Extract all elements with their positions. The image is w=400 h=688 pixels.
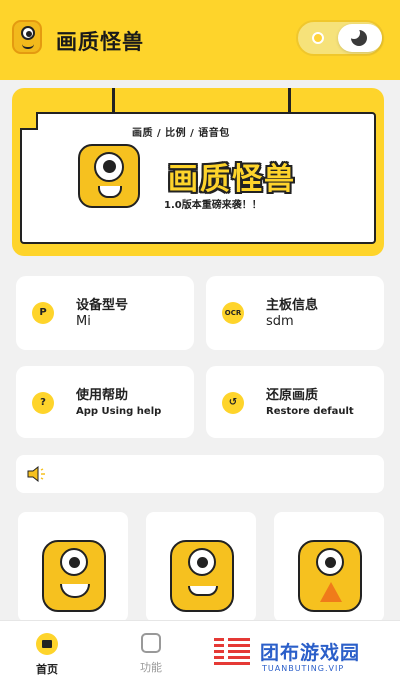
- help-card[interactable]: ? 使用帮助 App Using help: [16, 366, 194, 438]
- restore-card[interactable]: ↺ 还原画质 Restore default: [206, 366, 384, 438]
- mode-card[interactable]: [146, 512, 256, 622]
- card-subtitle: Mi: [76, 314, 91, 329]
- watermark-logo-icon: [214, 638, 250, 665]
- home-icon: [36, 633, 58, 655]
- card-subtitle: sdm: [266, 314, 294, 329]
- mode-card[interactable]: [18, 512, 128, 622]
- moon-icon: [348, 27, 367, 46]
- theme-toggle[interactable]: [296, 20, 384, 56]
- banner-paper: 画质 / 比例 / 语音包 画质怪兽 1.0版本重磅来袭！！: [20, 112, 376, 244]
- sun-icon: [312, 32, 324, 44]
- mode-card[interactable]: [274, 512, 384, 622]
- nav-function[interactable]: 功能: [116, 629, 186, 681]
- promo-banner[interactable]: 画质 / 比例 / 语音包 画质怪兽 1.0版本重磅来袭！！: [12, 88, 384, 256]
- monster-mascot-icon: [78, 144, 140, 208]
- nav-label: 功能: [140, 661, 162, 674]
- app-title: 画质怪兽: [56, 30, 144, 54]
- monster-logo-icon: [12, 20, 42, 54]
- monster-happy-icon: [42, 540, 106, 612]
- monster-warning-icon: [298, 540, 362, 612]
- help-icon: ?: [32, 392, 54, 414]
- watermark-url: TUANBUTING.VIP: [262, 664, 345, 673]
- card-title: 还原画质: [266, 388, 319, 403]
- card-title: 主板信息: [266, 298, 319, 313]
- version-text: 1.0版本重磅来袭！！: [164, 200, 262, 211]
- paper-fold: [20, 112, 38, 130]
- speaker-icon: [27, 466, 45, 482]
- card-title: 使用帮助: [76, 388, 129, 403]
- board-info-card[interactable]: OCR 主板信息 sdm: [206, 276, 384, 350]
- watermark-text: 团布游戏园: [260, 642, 361, 664]
- nav-home[interactable]: 首页: [12, 629, 82, 681]
- nav-label: 首页: [36, 663, 58, 676]
- watermark: 团布游戏园 TUANBUTING.VIP: [214, 634, 394, 682]
- card-subtitle: Restore default: [266, 406, 354, 417]
- card-subtitle: App Using help: [76, 406, 162, 417]
- notice-bar[interactable]: [16, 455, 384, 493]
- banner-tags: 画质 / 比例 / 语音包: [132, 128, 230, 139]
- banner-title: 画质怪兽: [168, 162, 296, 197]
- ocr-icon: OCR: [222, 302, 244, 324]
- device-model-card[interactable]: P 设备型号 Mi: [16, 276, 194, 350]
- card-title: 设备型号: [76, 298, 129, 313]
- p-icon: P: [32, 302, 54, 324]
- restore-icon: ↺: [222, 392, 244, 414]
- function-icon: [141, 633, 161, 653]
- monster-grin-icon: [170, 540, 234, 612]
- app-header: 画质怪兽: [0, 0, 400, 80]
